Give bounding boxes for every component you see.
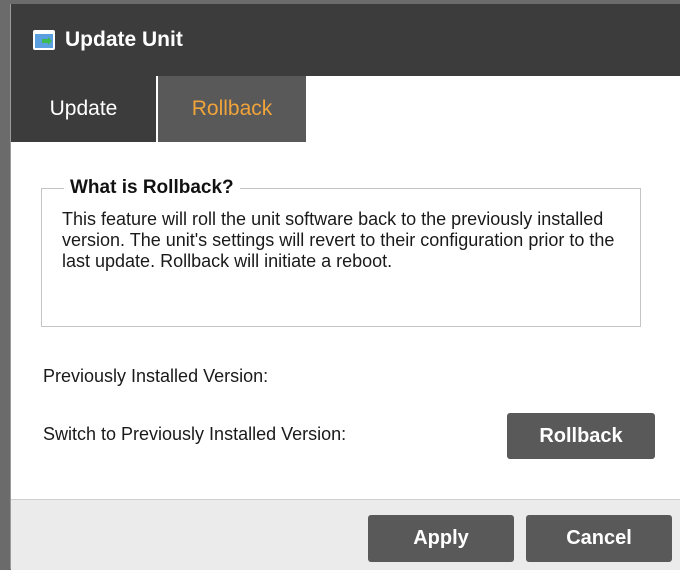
rollback-description: This feature will roll the unit software… bbox=[62, 209, 615, 271]
dialog-titlebar[interactable]: Update Unit bbox=[11, 4, 680, 76]
cancel-button[interactable]: Cancel bbox=[526, 515, 672, 562]
update-unit-icon bbox=[33, 30, 55, 50]
apply-button[interactable]: Apply bbox=[368, 515, 514, 562]
rollback-info-box: What is Rollback? This feature will roll… bbox=[41, 177, 641, 327]
previous-version-label: Previously Installed Version: bbox=[43, 366, 269, 386]
dialog-title: Update Unit bbox=[65, 28, 183, 51]
rollback-panel: What is Rollback? This feature will roll… bbox=[11, 142, 680, 499]
dialog-footer: Apply Cancel bbox=[11, 499, 680, 570]
update-unit-dialog: Update Unit Update Rollback What is Roll… bbox=[10, 4, 680, 570]
tab-rollback[interactable]: Rollback bbox=[158, 76, 306, 142]
rollback-button[interactable]: Rollback bbox=[507, 413, 655, 459]
tab-update[interactable]: Update bbox=[11, 76, 156, 142]
rollback-info-legend: What is Rollback? bbox=[70, 177, 234, 198]
tab-bar: Update Rollback bbox=[11, 76, 680, 214]
switch-version-label: Switch to Previously Installed Version: bbox=[43, 424, 347, 444]
